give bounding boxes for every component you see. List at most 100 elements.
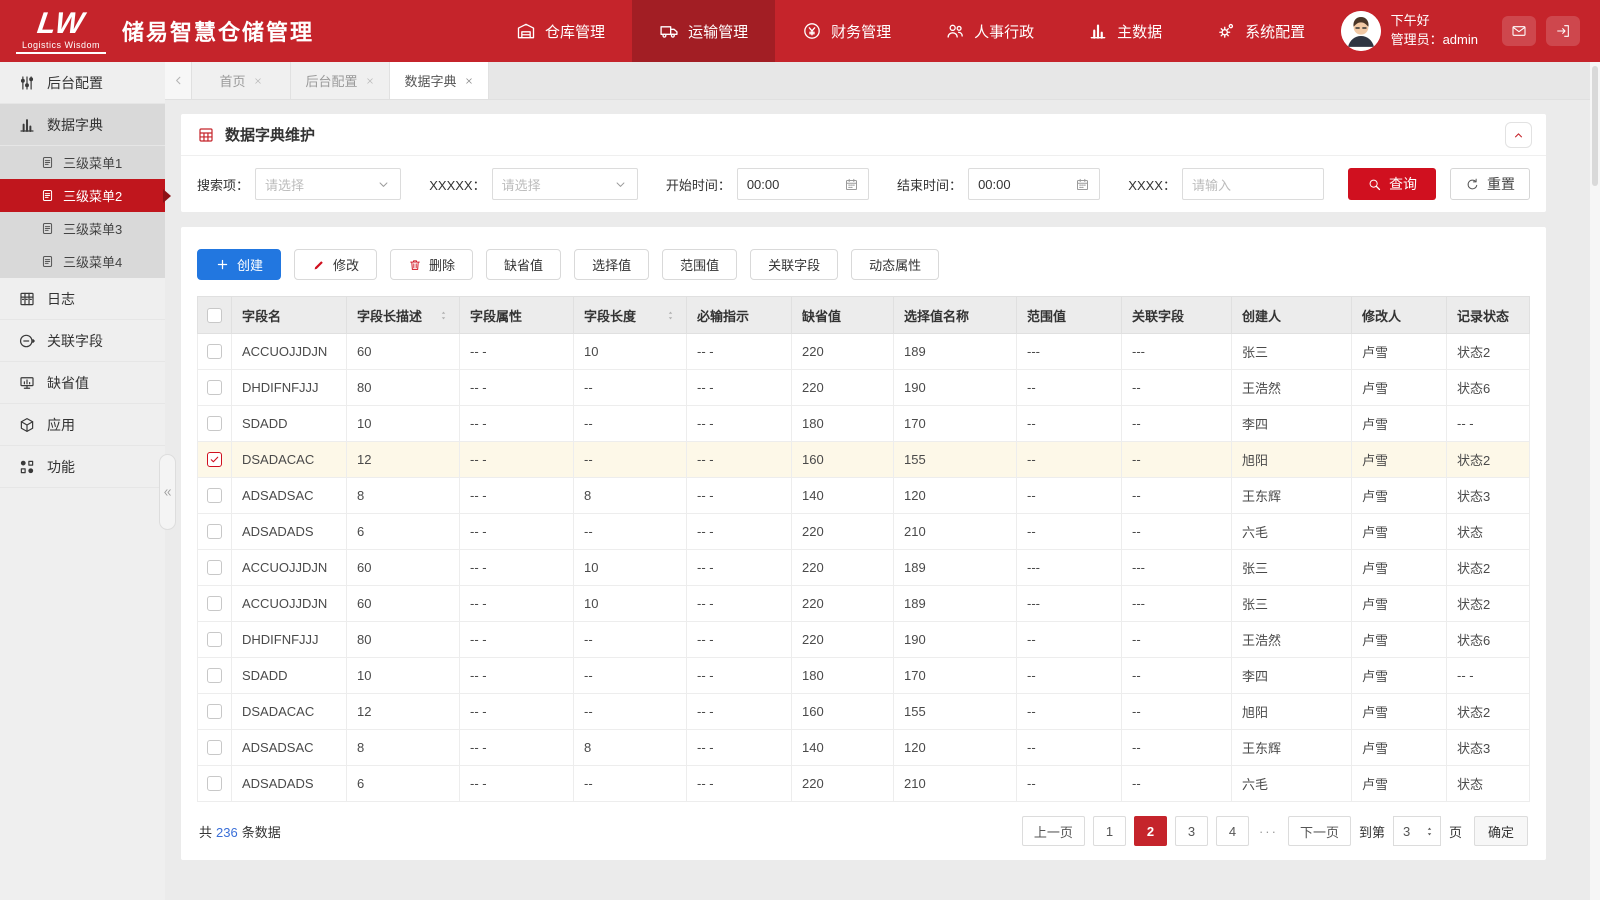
stepper-icon xyxy=(1424,825,1435,838)
tab-active[interactable]: 数据字典 xyxy=(390,62,489,99)
column-header-content: 创建人 xyxy=(1242,306,1341,325)
sidebar-subitem[interactable]: 三级菜单1 xyxy=(0,146,165,179)
query-button[interactable]: 查询 xyxy=(1348,168,1436,200)
scrollbar[interactable] xyxy=(1590,62,1600,900)
table-cell: 6 xyxy=(346,765,460,802)
pencil-icon xyxy=(312,258,326,272)
scrollbar-thumb[interactable] xyxy=(1592,66,1598,186)
tab-close-icon[interactable] xyxy=(365,76,375,86)
table-cell: 李四 xyxy=(1231,405,1352,442)
toolbar-button-plain[interactable]: 选择值 xyxy=(574,249,650,280)
sort-icon[interactable] xyxy=(438,309,449,322)
row-checkbox[interactable] xyxy=(207,632,222,647)
row-checkbox[interactable] xyxy=(207,560,222,575)
input-placeholder: 请输入 xyxy=(1191,177,1231,193)
tab-scroll-left-button[interactable] xyxy=(165,62,192,99)
chevron-down-icon xyxy=(613,177,628,192)
row-checkbox[interactable] xyxy=(207,380,222,395)
page-button-4[interactable]: 4 xyxy=(1215,816,1249,846)
tab-close-icon[interactable] xyxy=(464,76,474,86)
top-nav-item[interactable]: 人事行政 xyxy=(918,0,1061,62)
top-nav-item[interactable]: 运输管理 xyxy=(632,0,776,62)
filter-label: XXXXX： xyxy=(429,177,486,193)
toolbar-button-plus[interactable]: 创建 xyxy=(197,249,282,280)
toolbar-button-trash[interactable]: 删除 xyxy=(390,249,474,280)
logout-button[interactable] xyxy=(1546,16,1580,46)
table-cell: -- xyxy=(573,657,687,694)
tab-close-icon[interactable] xyxy=(253,76,263,86)
select-all-checkbox[interactable] xyxy=(207,307,222,323)
sort-icon[interactable] xyxy=(665,309,676,322)
filter-select[interactable]: 请选择 xyxy=(255,168,402,200)
row-checkbox[interactable] xyxy=(207,776,222,791)
row-checkbox[interactable] xyxy=(207,452,222,467)
sidebar-item[interactable]: 日志 xyxy=(0,278,165,320)
row-select-cell xyxy=(197,585,232,622)
tab-item[interactable]: 首页 xyxy=(192,62,291,99)
time-input[interactable]: 00:00 xyxy=(968,168,1101,200)
column-header-content: 修改人 xyxy=(1362,306,1436,325)
top-nav-item[interactable]: 财务管理 xyxy=(775,0,918,62)
row-checkbox[interactable] xyxy=(207,524,222,539)
table-cell: -- - xyxy=(459,333,574,370)
text-input[interactable]: 请输入 xyxy=(1181,168,1324,200)
goto-suffix: 页 xyxy=(1448,824,1462,840)
table-cell: -- - xyxy=(459,693,574,730)
table-cell: 155 xyxy=(893,693,1017,730)
table-cell: -- xyxy=(1121,621,1232,658)
top-nav-item[interactable]: 仓库管理 xyxy=(489,0,632,62)
sidebar-item[interactable]: 数据字典 xyxy=(0,104,165,146)
total-suffix: 条数据 xyxy=(241,824,281,840)
row-checkbox[interactable] xyxy=(207,740,222,755)
time-input[interactable]: 00:00 xyxy=(736,168,869,200)
row-checkbox[interactable] xyxy=(207,704,222,719)
toolbar-button-plain[interactable]: 关联字段 xyxy=(750,249,839,280)
goto-page-input[interactable]: 3 xyxy=(1392,816,1441,846)
reset-button[interactable]: 重置 xyxy=(1450,168,1530,200)
sidebar-item[interactable]: 功能 xyxy=(0,446,165,488)
table-cell: -- xyxy=(1016,441,1122,478)
row-checkbox[interactable] xyxy=(207,416,222,431)
table-cell: -- - xyxy=(459,585,574,622)
sidebar-subitem[interactable]: 三级菜单3 xyxy=(0,212,165,245)
sidebar-item[interactable]: 缺省值 xyxy=(0,362,165,404)
top-nav-item[interactable]: 主数据 xyxy=(1061,0,1189,62)
row-checkbox[interactable] xyxy=(207,668,222,683)
goto-confirm-button[interactable]: 确定 xyxy=(1473,816,1528,846)
toolbar-button-pencil[interactable]: 修改 xyxy=(294,249,378,280)
panel-collapse-button[interactable] xyxy=(1505,122,1532,148)
filter-select[interactable]: 请选择 xyxy=(491,168,638,200)
table-cell: -- xyxy=(1016,765,1122,802)
app-icon xyxy=(18,416,36,434)
data-table: 字段名 字段长描述 字段属性 字段长度 必输指示 缺省值 选择值名称 范围值 关联字段 创建人 修改… xyxy=(197,296,1530,802)
page-button-2[interactable]: 2 xyxy=(1133,816,1167,846)
table-cell: -- - xyxy=(1446,657,1530,694)
toolbar-button-plain[interactable]: 动态属性 xyxy=(851,249,940,280)
next-page-button[interactable]: 下一页 xyxy=(1287,816,1351,846)
filter-group: XXXXX： 请选择 xyxy=(429,168,638,200)
sidebar-item[interactable]: 关联字段 xyxy=(0,320,165,362)
row-checkbox[interactable] xyxy=(207,488,222,503)
row-checkbox[interactable] xyxy=(207,344,222,359)
page-button-3[interactable]: 3 xyxy=(1174,816,1208,846)
avatar[interactable] xyxy=(1340,11,1381,51)
mail-button[interactable] xyxy=(1502,16,1536,46)
prev-page-button[interactable]: 上一页 xyxy=(1021,816,1085,846)
sidebar-subitem[interactable]: 三级菜单4 xyxy=(0,245,165,278)
table-cell: 140 xyxy=(791,477,894,514)
column-header-content: 范围值 xyxy=(1027,306,1111,325)
table-cell: -- - xyxy=(686,333,792,370)
sidebar-collapse-handle[interactable] xyxy=(159,454,176,530)
toolbar-button-label: 关联字段 xyxy=(768,258,821,273)
row-checkbox[interactable] xyxy=(207,596,222,611)
top-nav-item[interactable]: 系统配置 xyxy=(1189,0,1332,62)
sidebar-item[interactable]: 后台配置 xyxy=(0,62,165,104)
table-cell: 170 xyxy=(893,657,1017,694)
sidebar-item-label: 缺省值 xyxy=(47,374,89,391)
toolbar-button-plain[interactable]: 范围值 xyxy=(662,249,738,280)
toolbar-button-plain[interactable]: 缺省值 xyxy=(486,249,562,280)
sidebar-subitem[interactable]: 三级菜单2 xyxy=(0,179,165,212)
sidebar-item[interactable]: 应用 xyxy=(0,404,165,446)
tab-item[interactable]: 后台配置 xyxy=(291,62,390,99)
page-button-1[interactable]: 1 xyxy=(1092,816,1126,846)
